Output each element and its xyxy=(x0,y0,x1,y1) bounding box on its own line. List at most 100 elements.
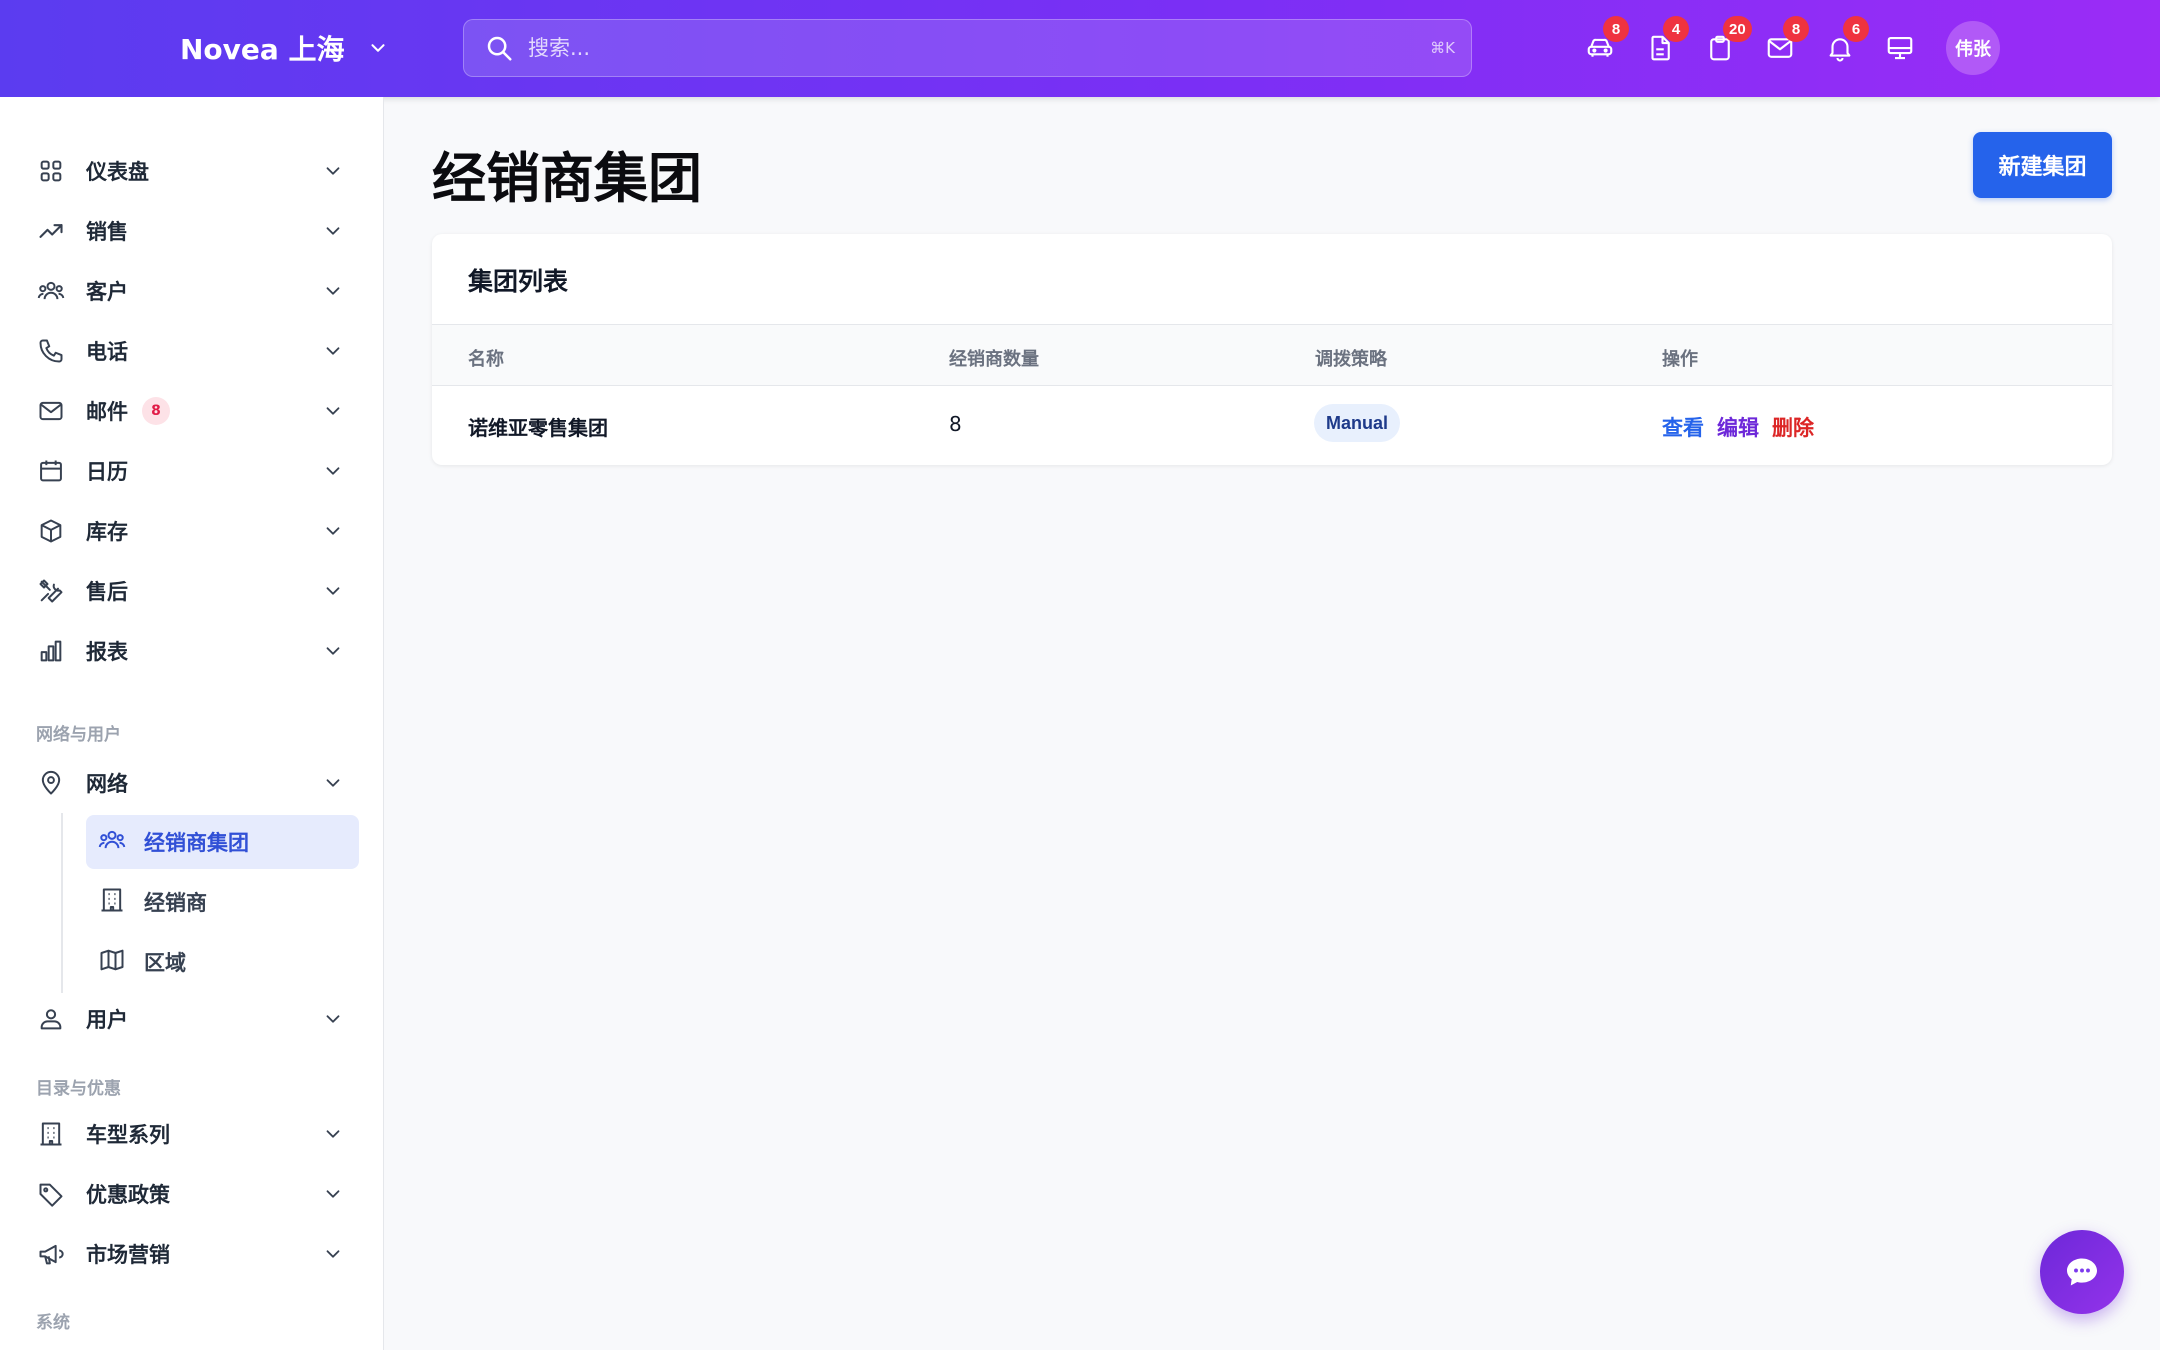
tools-icon xyxy=(39,579,63,603)
sidebar-item-label: 售后 xyxy=(86,580,128,604)
sidebar-item-label: 邮件 xyxy=(86,400,128,424)
view-link[interactable]: 查看 xyxy=(1662,412,1704,442)
search-input[interactable] xyxy=(528,36,1431,60)
notification-badge: 8 xyxy=(1603,16,1629,42)
sidebar-item-marketing[interactable]: 市场营销 xyxy=(36,1228,354,1280)
table-header: 名称 经销商数量 调拨策略 操作 xyxy=(432,324,2112,386)
chevron-down-icon xyxy=(326,407,340,415)
building-icon xyxy=(101,888,123,912)
sidebar-subitem-dealers[interactable]: 经销商 xyxy=(86,875,359,929)
chevron-down-icon xyxy=(326,1250,340,1258)
notification-badge: 6 xyxy=(1843,16,1869,42)
delete-link[interactable]: 删除 xyxy=(1772,412,1814,442)
users-icon xyxy=(37,281,65,300)
sidebar-subitem-regions[interactable]: 区域 xyxy=(86,935,359,989)
notification-badge: 20 xyxy=(1723,16,1752,42)
chevron-down-icon xyxy=(326,287,340,295)
sidebar-subitem-label: 区域 xyxy=(144,951,186,975)
chevron-down-icon xyxy=(326,167,340,175)
group-name: 诺维亚零售集团 xyxy=(468,416,608,440)
sidebar-item-calendar[interactable]: 日历 xyxy=(36,445,354,497)
sidebar-item-label: 网络 xyxy=(86,772,128,796)
building-icon xyxy=(40,1122,62,1146)
sidebar-item-label: 报表 xyxy=(86,640,128,664)
users-icon xyxy=(98,830,126,849)
sidebar-item-dashboard[interactable]: 仪表盘 xyxy=(36,145,354,197)
chevron-down-icon xyxy=(326,527,340,535)
mail-count-badge: 8 xyxy=(142,397,170,425)
sidebar-item-label: 电话 xyxy=(86,340,128,364)
box-icon xyxy=(40,519,62,543)
sidebar-item-label: 日历 xyxy=(86,460,128,484)
map-pin-icon xyxy=(41,771,61,795)
sidebar-item-label: 用户 xyxy=(86,1008,128,1032)
sidebar-item-label: 销售 xyxy=(86,220,128,244)
sidebar-item-reports[interactable]: 报表 xyxy=(36,625,354,677)
chevron-down-icon xyxy=(326,1130,340,1138)
brand-name: Novea 上海 xyxy=(180,33,345,66)
monitor-icon xyxy=(1887,36,1913,60)
org-switcher[interactable]: Novea 上海 xyxy=(180,28,389,68)
table-row: 诺维亚零售集团 8 Manual 查看 编辑 删除 xyxy=(432,386,2112,465)
sidebar-item-label: 优惠政策 xyxy=(86,1183,170,1207)
car-button[interactable]: 8 xyxy=(1570,16,1630,76)
sidebar-item-label: 仪表盘 xyxy=(86,160,149,184)
sidebar-item-users[interactable]: 用户 xyxy=(36,993,354,1045)
chevron-down-icon xyxy=(326,1015,340,1023)
column-header-actions: 操作 xyxy=(1662,349,1698,370)
mail-icon xyxy=(39,401,63,421)
chevron-down-icon xyxy=(326,1190,340,1198)
page-title: 经销商集团 xyxy=(432,147,702,210)
bar-chart-icon xyxy=(40,640,62,662)
sidebar-item-label: 客户 xyxy=(86,280,128,304)
column-header-transfer-policy: 调拨策略 xyxy=(1315,349,1387,370)
megaphone-icon xyxy=(39,1244,64,1265)
header-actions: 8 4 20 8 6 伟张 xyxy=(1570,16,2000,76)
user-avatar[interactable]: 伟张 xyxy=(1946,21,2000,75)
sidebar-item-customers[interactable]: 客户 xyxy=(36,265,354,317)
group-list-card: 集团列表 名称 经销商数量 调拨策略 操作 诺维亚零售集团 8 Manual 查… xyxy=(432,234,2112,465)
sidebar-item-mail[interactable]: 邮件 8 xyxy=(36,385,354,437)
dealer-count: 8 xyxy=(949,412,962,436)
sidebar-item-promotions[interactable]: 优惠政策 xyxy=(36,1168,354,1220)
edit-link[interactable]: 编辑 xyxy=(1717,412,1759,442)
new-group-button[interactable]: 新建集团 xyxy=(1973,132,2112,198)
subnav-divider xyxy=(61,813,63,993)
map-icon xyxy=(100,949,124,971)
chevron-down-icon xyxy=(326,647,340,655)
notifications-button[interactable]: 6 xyxy=(1810,16,1870,76)
sidebar-item-phone[interactable]: 电话 xyxy=(36,325,354,377)
sidebar-item-label: 车型系列 xyxy=(86,1123,170,1147)
top-bar: Novea 上海 ⌘K 8 4 20 8 6 伟张 xyxy=(0,0,2160,97)
chevron-down-icon xyxy=(326,227,340,235)
trending-up-icon xyxy=(39,224,63,238)
section-label-catalog: 目录与优惠 xyxy=(36,1079,121,1099)
chevron-down-icon xyxy=(326,467,340,475)
sidebar-item-models[interactable]: 车型系列 xyxy=(36,1108,354,1160)
chevron-down-icon xyxy=(371,44,385,52)
tasks-button[interactable]: 20 xyxy=(1690,16,1752,76)
sidebar-item-aftersales[interactable]: 售后 xyxy=(36,565,354,617)
display-button[interactable] xyxy=(1870,20,1930,76)
card-title: 集团列表 xyxy=(468,267,569,296)
notification-badge: 8 xyxy=(1783,16,1809,42)
search-bar[interactable]: ⌘K xyxy=(463,19,1472,77)
dashboard-grid-icon xyxy=(40,160,62,182)
sidebar-item-label: 库存 xyxy=(86,520,128,544)
chat-button[interactable] xyxy=(2040,1230,2124,1314)
sidebar-item-sales[interactable]: 销售 xyxy=(36,205,354,257)
chevron-down-icon xyxy=(326,587,340,595)
sidebar-item-network[interactable]: 网络 xyxy=(36,757,354,809)
calendar-icon xyxy=(40,460,62,482)
search-icon xyxy=(487,36,512,61)
chevron-down-icon xyxy=(326,779,340,787)
sidebar-subitem-dealer-groups[interactable]: 经销商集团 xyxy=(86,815,359,869)
sidebar-subitem-label: 经销商集团 xyxy=(144,831,249,855)
sidebar-item-inventory[interactable]: 库存 xyxy=(36,505,354,557)
user-icon xyxy=(40,1009,62,1030)
policy-badge: Manual xyxy=(1314,404,1401,442)
mail-button[interactable]: 8 xyxy=(1750,16,1810,76)
documents-button[interactable]: 4 xyxy=(1630,16,1690,76)
column-header-dealer-count: 经销商数量 xyxy=(949,349,1039,370)
sidebar-subitem-label: 经销商 xyxy=(144,891,207,915)
